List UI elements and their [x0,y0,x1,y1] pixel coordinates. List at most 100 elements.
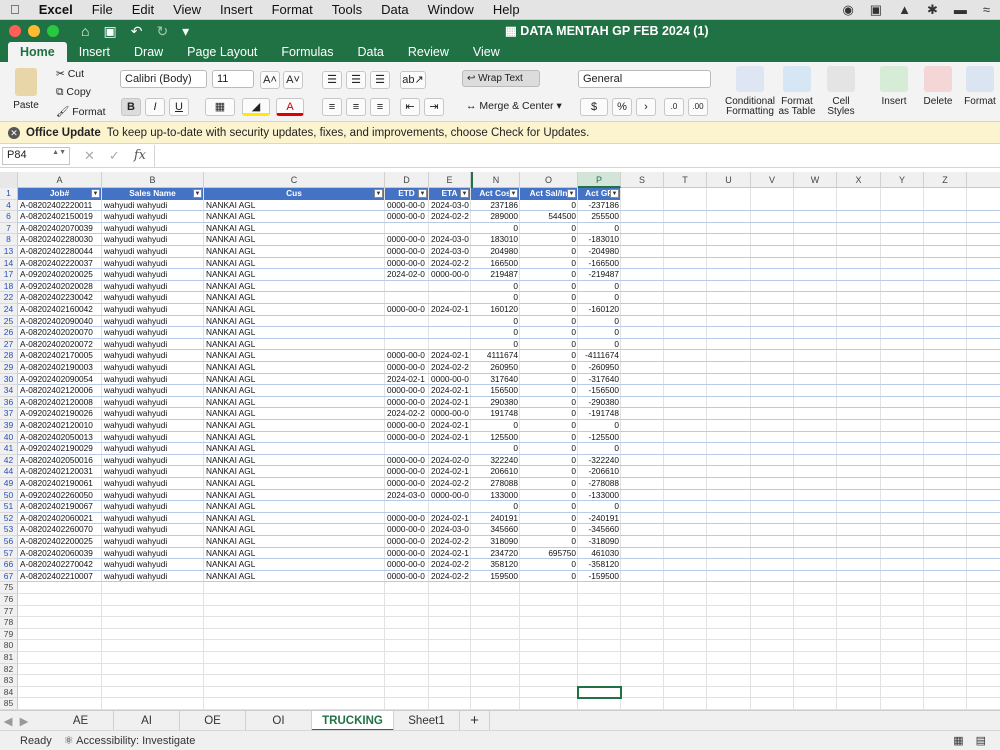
table-cell[interactable]: 0000-00-0 [385,246,429,258]
table-cell[interactable]: A-08202402220037 [18,258,102,270]
align-bottom-icon[interactable]: ☰ [370,71,390,89]
tab-formulas[interactable]: Formulas [269,42,345,62]
table-cell[interactable]: 4111674 [471,350,520,362]
align-left-icon[interactable]: ≡ [322,98,342,116]
row-header[interactable]: 56 [0,536,18,548]
table-cell[interactable]: 289000 [471,211,520,223]
table-cell[interactable]: 0000-00-0 [429,269,471,281]
table-cell[interactable]: 544500 [520,211,578,223]
font-size-select[interactable]: 11 [212,70,254,88]
table-cell[interactable]: NANKAI AGL [204,513,385,525]
table-cell[interactable]: 0 [471,420,520,432]
table-cell[interactable]: wahyudi wahyudi [102,269,204,281]
filter-dropdown-icon[interactable]: ▼ [610,189,619,198]
filter-active-icon[interactable]: ▼ [374,189,383,198]
table-cell[interactable]: wahyudi wahyudi [102,258,204,270]
column-header-x[interactable]: X [837,172,881,188]
table-cell[interactable]: 461030 [578,548,621,560]
table-cell[interactable]: wahyudi wahyudi [102,211,204,223]
row-header[interactable]: 80 [0,640,18,652]
filter-active-icon[interactable]: ▼ [193,189,202,198]
menu-data[interactable]: Data [381,2,408,17]
table-cell[interactable] [429,316,471,328]
tab-insert[interactable]: Insert [67,42,122,62]
table-cell[interactable]: wahyudi wahyudi [102,443,204,455]
table-cell[interactable]: 0000-00-0 [385,548,429,560]
table-cell[interactable]: A-08202402220011 [18,200,102,212]
table-cell[interactable]: 0 [578,316,621,328]
table-cell[interactable]: 2024-02-1 [429,385,471,397]
table-cell[interactable]: 0 [520,397,578,409]
decrease-decimal-icon[interactable]: .00 [688,98,708,116]
table-cell[interactable]: 0 [520,327,578,339]
table-cell[interactable]: 0000-00-0 [385,432,429,444]
menu-help[interactable]: Help [493,2,520,17]
column-header-d[interactable]: D [385,172,429,188]
name-box[interactable]: P84 ▲▼ [2,146,70,165]
table-cell[interactable]: 0000-00-0 [385,304,429,316]
app-menu[interactable]: Excel [39,2,73,17]
menu-view[interactable]: View [173,2,201,17]
table-cell[interactable]: 0 [578,223,621,235]
table-cell[interactable]: A-08202402070039 [18,223,102,235]
select-all-corner[interactable] [0,172,18,188]
table-cell[interactable]: NANKAI AGL [204,258,385,270]
table-cell[interactable]: NANKAI AGL [204,292,385,304]
row-header[interactable]: 76 [0,594,18,606]
table-cell[interactable] [385,339,429,351]
table-cell[interactable]: A-08202402190067 [18,501,102,513]
table-cell[interactable]: 2024-02-1 [429,432,471,444]
table-cell[interactable]: A-08202402270042 [18,559,102,571]
table-cell[interactable]: A-08202402020072 [18,339,102,351]
table-cell[interactable]: NANKAI AGL [204,327,385,339]
table-cell[interactable]: -125500 [578,432,621,444]
confirm-entry-icon[interactable]: ✓ [109,148,120,164]
table-cell[interactable]: -322240 [578,455,621,467]
table-cell[interactable]: -183010 [578,234,621,246]
row-header[interactable]: 27 [0,338,18,351]
table-cell[interactable]: 240191 [471,513,520,525]
table-cell[interactable]: 0 [520,258,578,270]
table-cell[interactable]: 0000-00-0 [385,234,429,246]
table-cell[interactable]: 2024-02-1 [429,350,471,362]
table-cell[interactable]: -160120 [578,304,621,316]
table-cell[interactable]: wahyudi wahyudi [102,571,204,583]
header-sales-name[interactable]: Sales Name ▼ [102,188,204,200]
table-cell[interactable]: 695750 [520,548,578,560]
table-cell[interactable]: NANKAI AGL [204,455,385,467]
table-cell[interactable]: NANKAI AGL [204,524,385,536]
row-header[interactable]: 6 [0,211,18,223]
table-cell[interactable]: 2024-02-1 [429,420,471,432]
row-header[interactable]: 81 [0,652,18,664]
table-cell[interactable]: 0 [520,246,578,258]
table-cell[interactable]: 0 [520,443,578,455]
table-cell[interactable]: wahyudi wahyudi [102,559,204,571]
close-window-button[interactable] [9,25,21,37]
tab-review[interactable]: Review [396,42,461,62]
table-cell[interactable]: 159500 [471,571,520,583]
close-notice-icon[interactable]: ✕ [8,126,20,139]
table-cell[interactable]: 125500 [471,432,520,444]
underline-button[interactable]: U [169,98,189,116]
table-cell[interactable]: 156500 [471,385,520,397]
menu-format[interactable]: Format [272,2,313,17]
table-cell[interactable]: A-08202402170005 [18,350,102,362]
table-cell[interactable]: 0 [471,443,520,455]
row-header[interactable]: 39 [0,420,18,432]
table-cell[interactable]: -260950 [578,362,621,374]
table-cell[interactable]: 2024-03-0 [429,234,471,246]
sheet-tab-ae[interactable]: AE [48,710,114,731]
table-cell[interactable]: 0 [520,478,578,490]
table-cell[interactable]: A-08202402060021 [18,513,102,525]
table-cell[interactable]: -156500 [578,385,621,397]
table-cell[interactable]: NANKAI AGL [204,559,385,571]
table-cell[interactable]: wahyudi wahyudi [102,536,204,548]
row-header[interactable]: 53 [0,524,18,536]
cancel-entry-icon[interactable]: ✕ [84,148,95,164]
row-header[interactable]: 77 [0,605,18,618]
table-cell[interactable]: 0 [520,316,578,328]
table-cell[interactable]: 2024-02-1 [429,548,471,560]
table-cell[interactable]: 0 [520,304,578,316]
table-cell[interactable]: wahyudi wahyudi [102,362,204,374]
table-cell[interactable]: NANKAI AGL [204,548,385,560]
